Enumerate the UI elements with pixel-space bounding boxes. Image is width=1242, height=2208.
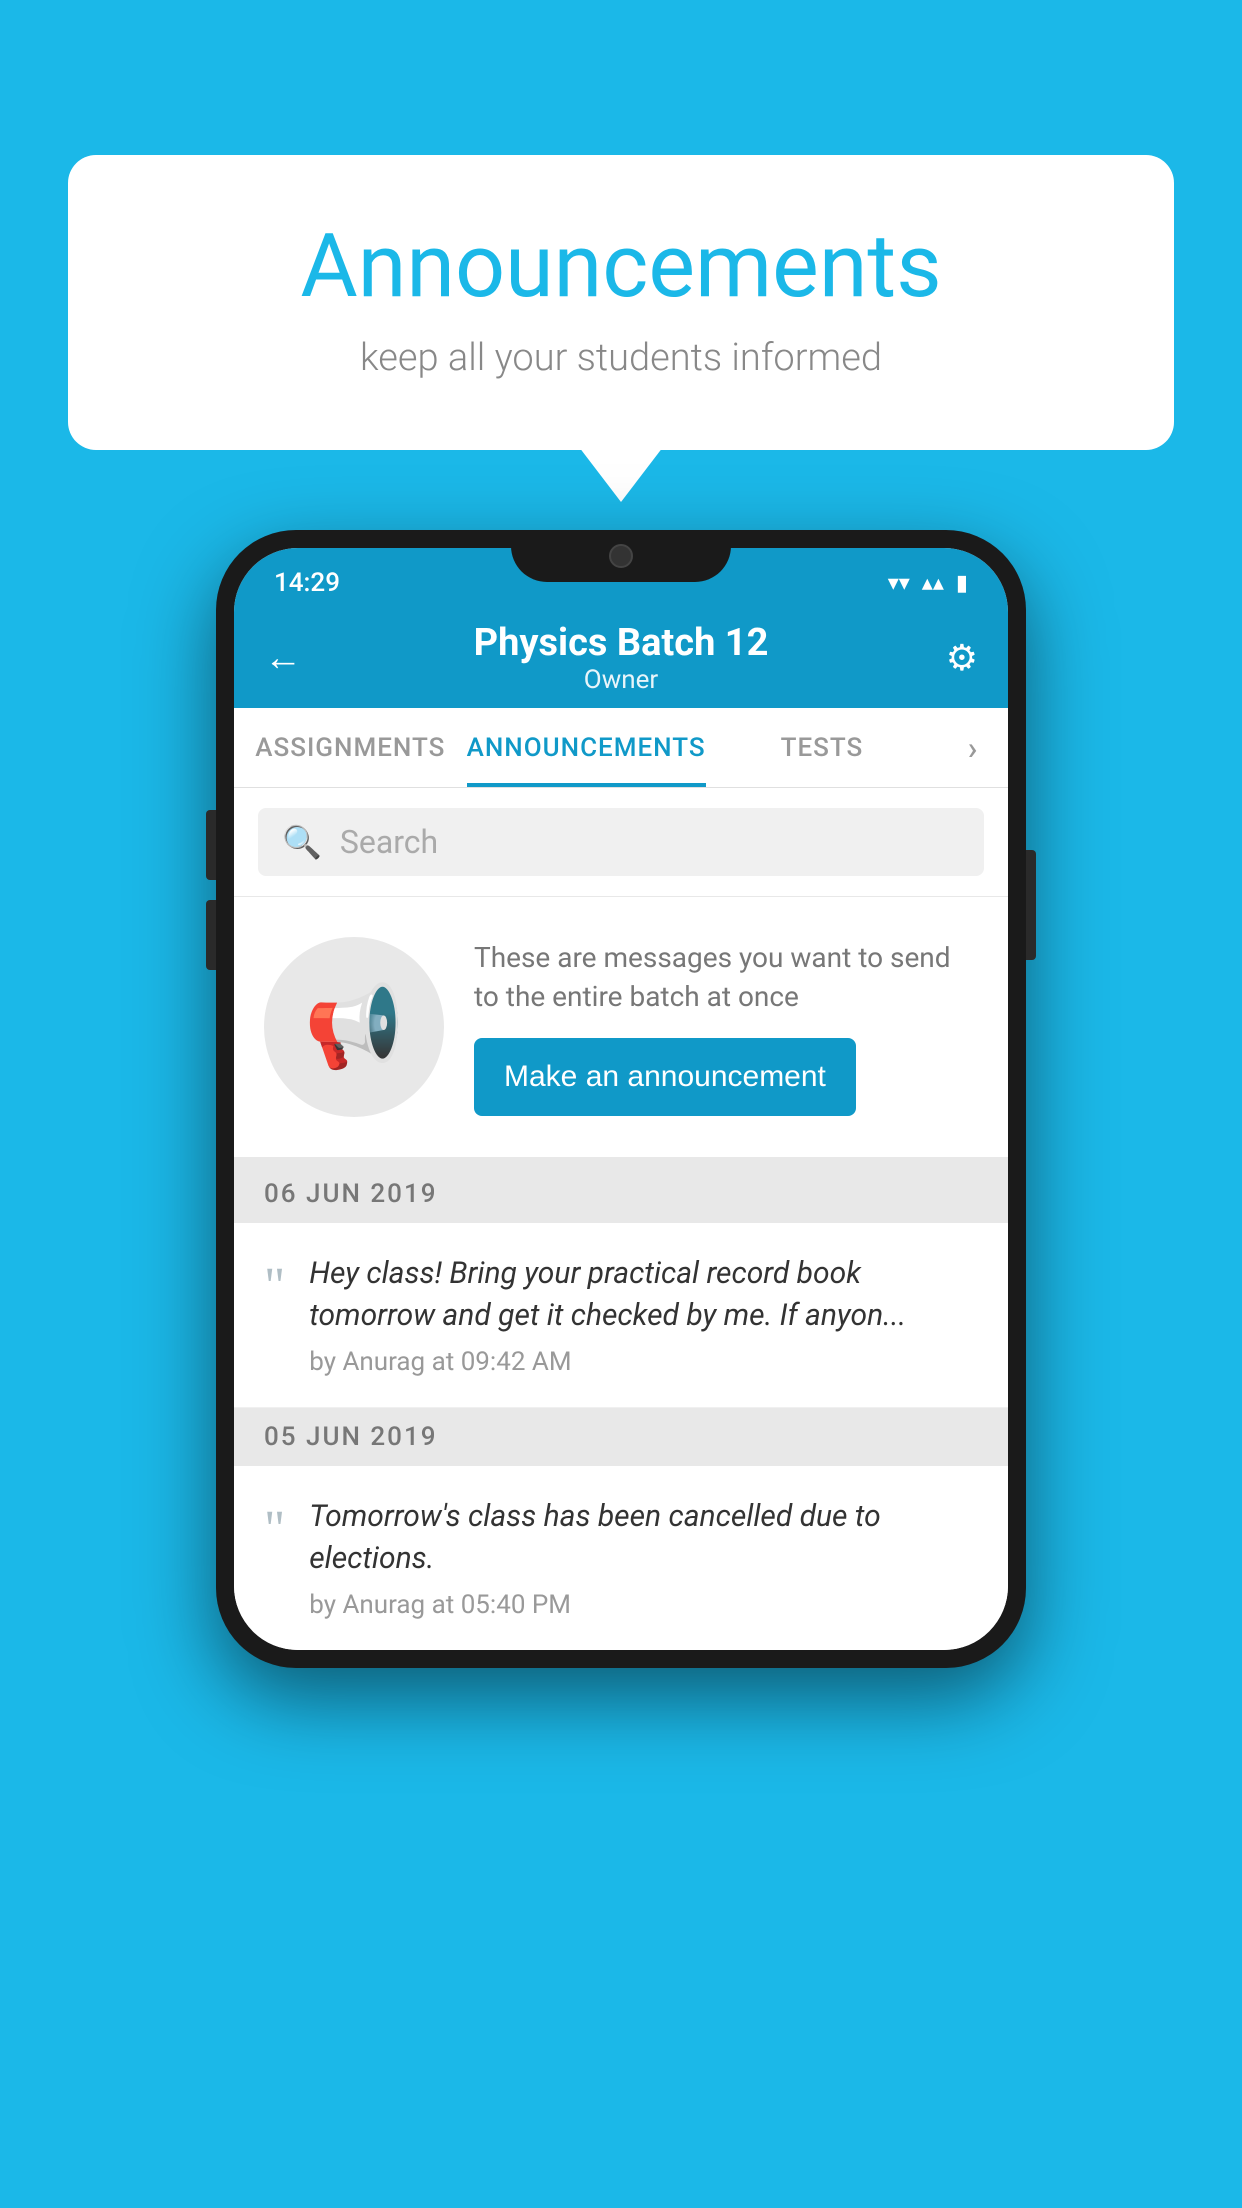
search-container: 🔍 Search: [234, 788, 1008, 897]
top-bar: ← Physics Batch 12 Owner ⚙: [234, 608, 1008, 708]
date-divider-2: 05 JUN 2019: [234, 1408, 1008, 1466]
phone-button-left: [206, 810, 216, 880]
top-bar-center: Physics Batch 12 Owner: [474, 621, 769, 695]
tabs-bar: ASSIGNMENTS ANNOUNCEMENTS TESTS ›: [234, 708, 1008, 788]
top-bar-subtitle: Owner: [474, 665, 769, 695]
phone-outer: 14:29 ▾▾ ▴▴ ▮ ← Physics Batch 12 Owner ⚙: [216, 530, 1026, 1668]
tab-tests[interactable]: TESTS: [706, 708, 939, 787]
promo-section: 📢 These are messages you want to send to…: [234, 897, 1008, 1165]
promo-description: These are messages you want to send to t…: [474, 938, 978, 1016]
megaphone-icon: 📢: [304, 980, 404, 1074]
announcement-item-1[interactable]: " Hey class! Bring your practical record…: [234, 1223, 1008, 1408]
wifi-icon: ▾▾: [888, 571, 910, 596]
settings-icon[interactable]: ⚙: [946, 637, 978, 679]
quote-icon-1: ": [264, 1261, 285, 1313]
announcement-content-1: Hey class! Bring your practical record b…: [309, 1253, 978, 1377]
date-divider-1: 06 JUN 2019: [234, 1165, 1008, 1223]
signal-icon: ▴▴: [922, 571, 944, 596]
search-input[interactable]: Search: [340, 823, 438, 861]
phone-button-right: [1026, 850, 1036, 960]
speech-bubble: Announcements keep all your students inf…: [68, 155, 1174, 450]
announcement-item-2[interactable]: " Tomorrow's class has been cancelled du…: [234, 1466, 1008, 1650]
battery-icon: ▮: [956, 571, 968, 596]
tab-assignments[interactable]: ASSIGNMENTS: [234, 708, 467, 787]
announcement-text-2: Tomorrow's class has been cancelled due …: [309, 1496, 978, 1580]
phone-screen: 14:29 ▾▾ ▴▴ ▮ ← Physics Batch 12 Owner ⚙: [234, 548, 1008, 1650]
tab-announcements[interactable]: ANNOUNCEMENTS: [467, 708, 706, 787]
phone-camera: [609, 544, 633, 568]
bubble-subtitle: keep all your students informed: [148, 336, 1094, 380]
tab-more[interactable]: ›: [938, 708, 1008, 787]
phone-wrapper: 14:29 ▾▾ ▴▴ ▮ ← Physics Batch 12 Owner ⚙: [216, 530, 1026, 1668]
announcement-text-1: Hey class! Bring your practical record b…: [309, 1253, 978, 1337]
promo-right: These are messages you want to send to t…: [474, 938, 978, 1116]
quote-icon-2: ": [264, 1504, 285, 1556]
announcement-content-2: Tomorrow's class has been cancelled due …: [309, 1496, 978, 1620]
phone-button-left2: [206, 900, 216, 970]
bubble-title: Announcements: [148, 215, 1094, 318]
search-bar[interactable]: 🔍 Search: [258, 808, 984, 876]
status-time: 14:29: [274, 568, 340, 598]
speech-bubble-section: Announcements keep all your students inf…: [68, 155, 1174, 450]
phone-notch: [511, 530, 731, 582]
make-announcement-button[interactable]: Make an announcement: [474, 1038, 856, 1116]
announcement-author-2: by Anurag at 05:40 PM: [309, 1590, 978, 1620]
announcement-author-1: by Anurag at 09:42 AM: [309, 1347, 978, 1377]
status-icons: ▾▾ ▴▴ ▮: [888, 571, 968, 596]
back-button[interactable]: ←: [264, 636, 302, 680]
promo-icon-circle: 📢: [264, 937, 444, 1117]
top-bar-title: Physics Batch 12: [474, 621, 769, 665]
search-icon: 🔍: [282, 823, 322, 861]
